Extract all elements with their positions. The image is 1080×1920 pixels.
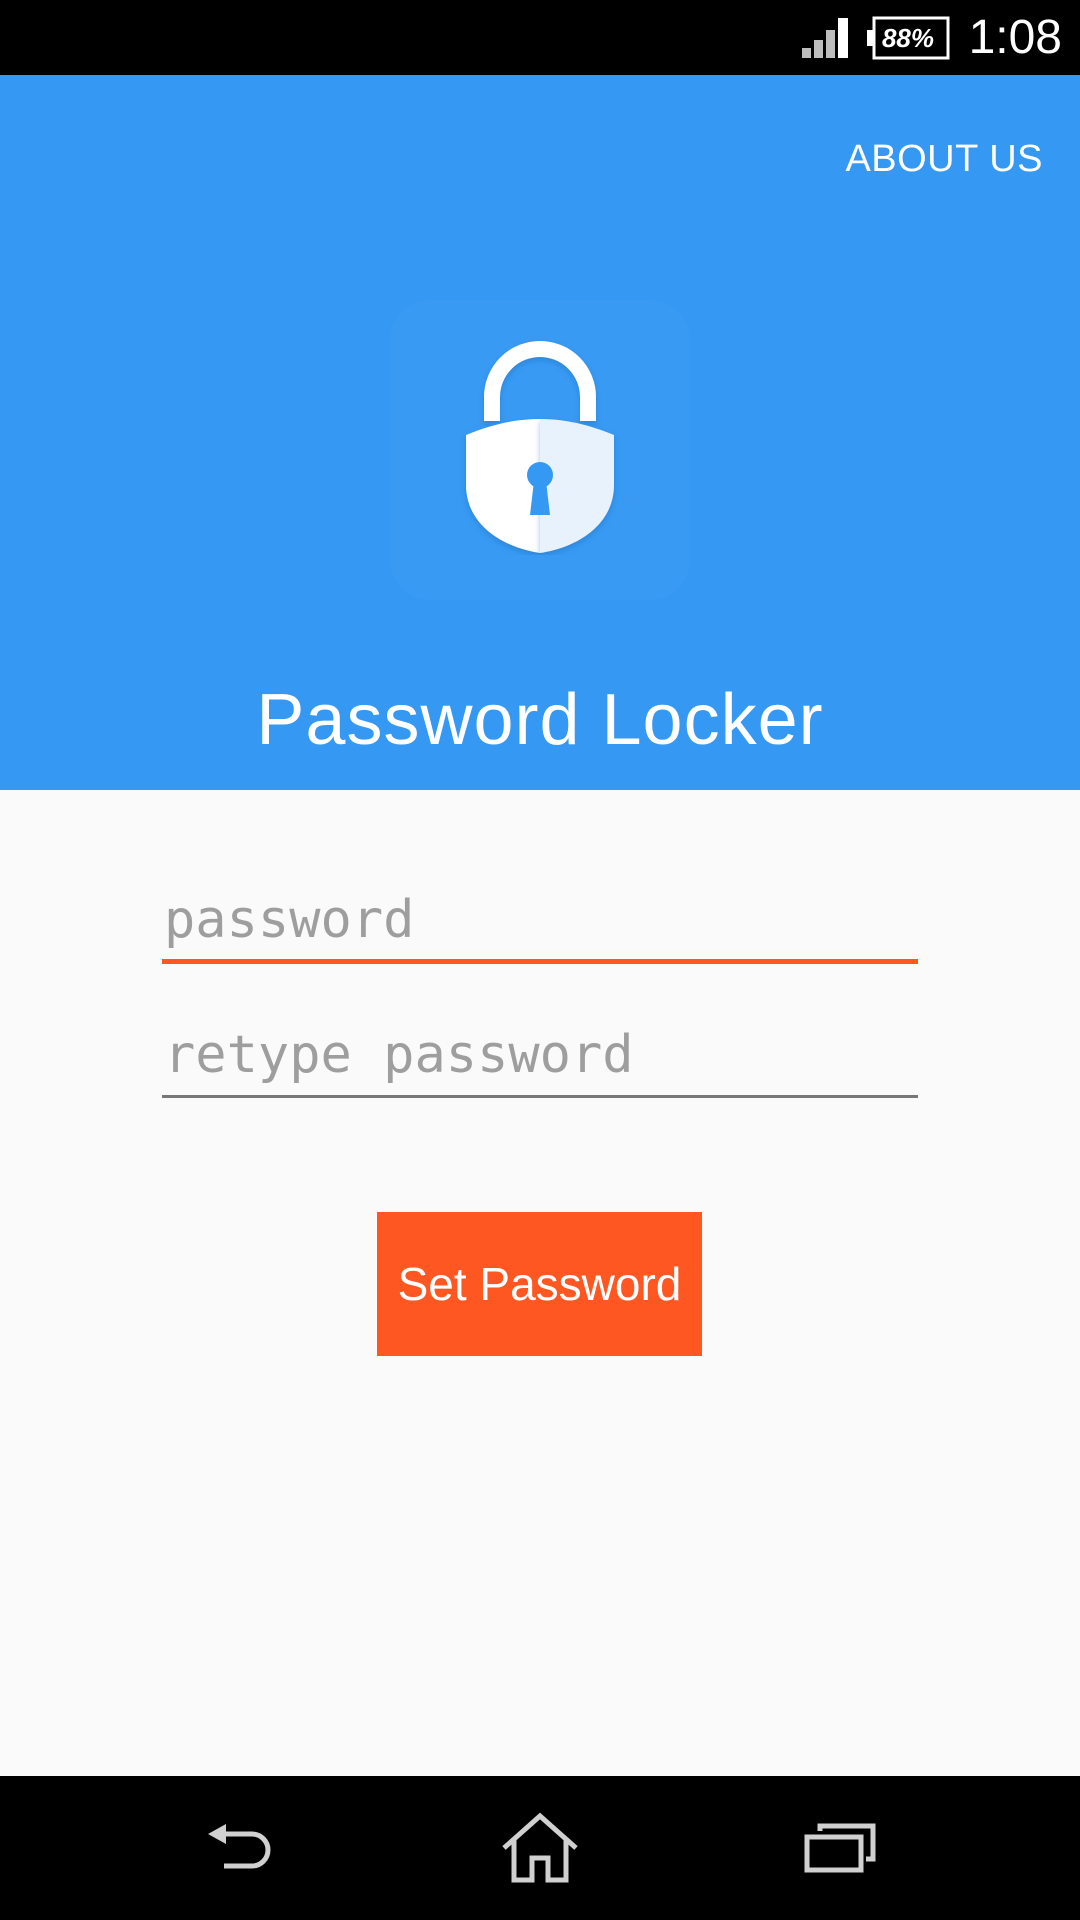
app-header: ABOUT US Password Locker	[0, 75, 1080, 790]
recents-icon	[804, 1823, 876, 1873]
recents-button[interactable]	[760, 1776, 920, 1920]
back-button[interactable]	[160, 1776, 320, 1920]
password-field-group	[162, 885, 918, 964]
status-bar: 88% 1:08	[0, 0, 1080, 75]
home-button[interactable]	[460, 1776, 620, 1920]
battery-level: 88%	[881, 23, 935, 53]
password-underline	[162, 959, 918, 964]
home-icon	[502, 1812, 578, 1883]
screen: 88% 1:08 ABOUT US Password Locker Set Pa…	[0, 0, 1080, 1920]
about-us-button[interactable]: ABOUT US	[845, 135, 1043, 183]
retype-underline	[162, 1095, 918, 1098]
signal-icon	[802, 18, 848, 58]
clock: 1:08	[968, 11, 1062, 64]
password-input[interactable]	[162, 885, 918, 955]
back-icon	[208, 1824, 271, 1869]
app-title: Password Locker	[256, 680, 824, 760]
retype-field-group	[162, 1020, 918, 1098]
navigation-bar	[0, 1776, 1080, 1920]
set-password-button[interactable]: Set Password	[377, 1212, 702, 1356]
padlock-icon	[466, 341, 614, 553]
retype-password-input[interactable]	[162, 1020, 918, 1090]
